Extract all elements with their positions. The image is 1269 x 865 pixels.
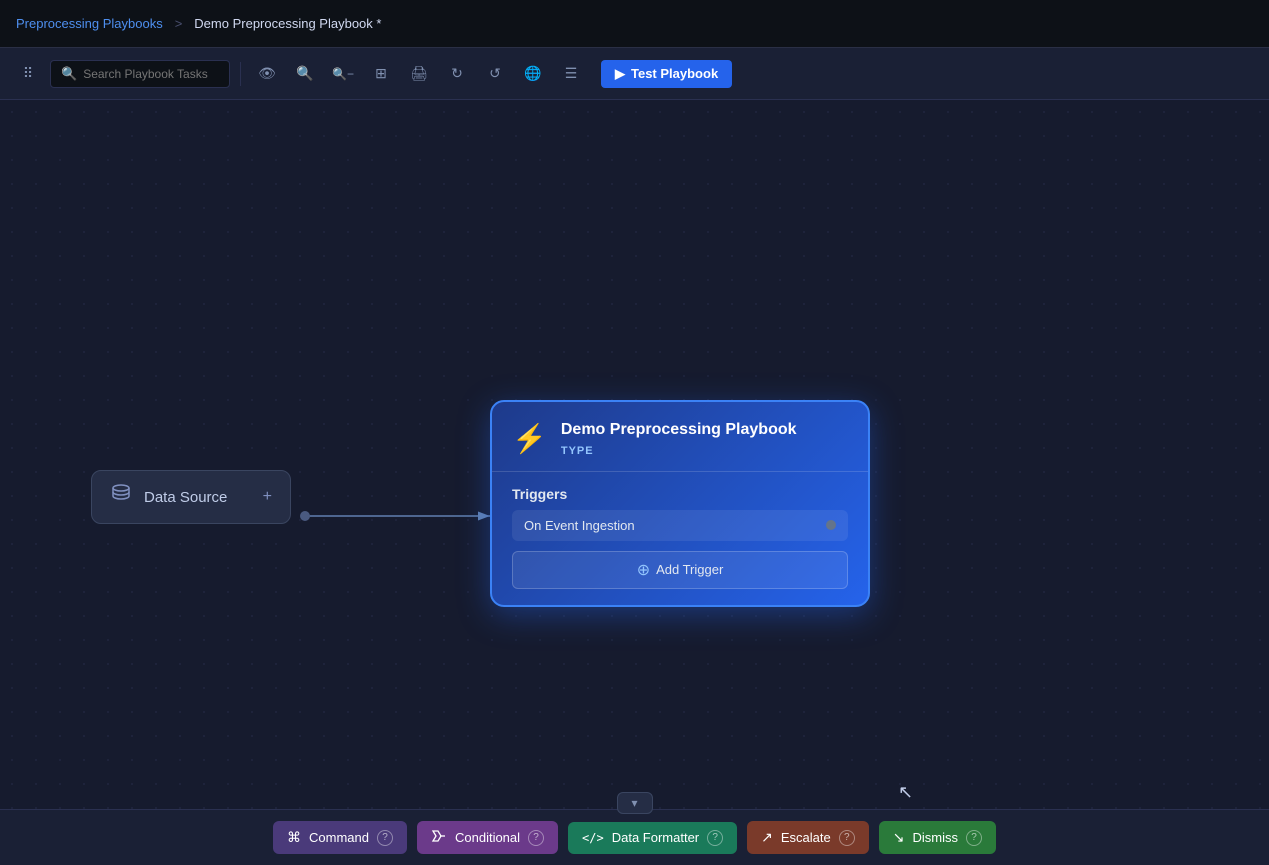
trigger-name: On Event Ingestion: [524, 518, 635, 533]
datasource-label: Data Source: [144, 489, 251, 506]
triggers-label: Triggers: [512, 486, 848, 502]
trigger-dot: [826, 520, 836, 530]
escalate-label: Escalate: [781, 830, 831, 845]
print-button[interactable]: 🖨: [403, 58, 435, 90]
fit-button[interactable]: ⊞: [365, 58, 397, 90]
escalate-icon: ↗: [761, 829, 773, 846]
formatter-label: Data Formatter: [612, 830, 699, 845]
refresh-icon: ↻: [451, 65, 463, 82]
datasource-add-button[interactable]: +: [263, 488, 272, 506]
playbook-title-block: Demo Preprocessing Playbook TYPE: [561, 420, 797, 457]
escalate-help-icon[interactable]: ?: [839, 830, 855, 846]
dismiss-label: Dismiss: [912, 830, 958, 845]
menu-lines-button[interactable]: ☰: [555, 58, 587, 90]
bottom-panel: ▾ ⌘ Command ? Conditional ? </> Data For…: [0, 809, 1269, 865]
playbook-node-header: ⚡ Demo Preprocessing Playbook TYPE: [492, 402, 868, 472]
playbook-node: ⚡ Demo Preprocessing Playbook TYPE Trigg…: [490, 400, 870, 607]
eye-icon: 👁: [258, 65, 276, 82]
undo-button[interactable]: ↺: [479, 58, 511, 90]
lightning-icon: ⚡: [512, 422, 547, 455]
nav-separator: >: [175, 16, 183, 31]
globe-button[interactable]: 🌐: [517, 58, 549, 90]
connector-start-dot: [300, 511, 310, 521]
add-trigger-plus-icon: ⊕: [637, 560, 650, 580]
conditional-icon: [431, 829, 447, 846]
toolbar: ⠿ 🔍 👁 🔍 🔍− ⊞ 🖨 ↻ ↺ 🌐 ☰ ▶ Test Playbook: [0, 48, 1269, 100]
grid-menu-button[interactable]: ⠿: [12, 58, 44, 90]
playbook-title: Demo Preprocessing Playbook: [561, 420, 797, 441]
cursor-indicator: ↖: [898, 782, 913, 803]
zoom-out-icon: 🔍−: [332, 67, 354, 81]
zoom-in-button[interactable]: 🔍: [289, 58, 321, 90]
canvas-area: Data Source + ⚡ Demo Preprocessing Playb…: [0, 100, 1269, 809]
dismiss-help-icon[interactable]: ?: [966, 830, 982, 846]
menu-lines-icon: ☰: [565, 65, 578, 82]
top-navigation: Preprocessing Playbooks > Demo Preproces…: [0, 0, 1269, 48]
conditional-label: Conditional: [455, 830, 520, 845]
eye-button[interactable]: 👁: [251, 58, 283, 90]
data-formatter-chip[interactable]: </> Data Formatter ?: [568, 822, 737, 854]
datasource-icon: [110, 483, 132, 511]
command-label: Command: [309, 830, 369, 845]
command-chip[interactable]: ⌘ Command ?: [273, 821, 407, 854]
print-icon: 🖨: [410, 65, 428, 82]
conditional-help-icon[interactable]: ?: [528, 830, 544, 846]
search-container: 🔍: [50, 60, 230, 88]
globe-icon: 🌐: [524, 65, 541, 82]
formatter-icon: </>: [582, 831, 604, 845]
command-help-icon[interactable]: ?: [377, 830, 393, 846]
bottom-panel-toggle[interactable]: ▾: [617, 792, 653, 814]
toolbar-divider-1: [240, 62, 241, 86]
search-input[interactable]: [83, 67, 223, 81]
playbook-type-label: TYPE: [561, 445, 797, 457]
refresh-button[interactable]: ↻: [441, 58, 473, 90]
add-trigger-button[interactable]: ⊕ Add Trigger: [512, 551, 848, 589]
conditional-chip[interactable]: Conditional ?: [417, 821, 558, 854]
undo-icon: ↺: [489, 65, 501, 82]
zoom-out-button[interactable]: 🔍−: [327, 58, 359, 90]
escalate-chip[interactable]: ↗ Escalate ?: [747, 821, 869, 854]
zoom-in-icon: 🔍: [296, 65, 313, 82]
trigger-row[interactable]: On Event Ingestion: [512, 510, 848, 541]
current-page-title: Demo Preprocessing Playbook *: [194, 16, 381, 31]
search-icon: 🔍: [61, 66, 77, 82]
add-trigger-label: Add Trigger: [656, 562, 723, 577]
parent-nav-link[interactable]: Preprocessing Playbooks: [16, 16, 163, 31]
formatter-help-icon[interactable]: ?: [707, 830, 723, 846]
test-playbook-label: Test Playbook: [631, 66, 718, 81]
test-playbook-button[interactable]: ▶ Test Playbook: [601, 60, 732, 88]
command-icon: ⌘: [287, 829, 301, 846]
chevron-down-icon: ▾: [631, 796, 637, 810]
dismiss-icon: ↘: [893, 829, 905, 846]
dismiss-chip[interactable]: ↘ Dismiss ?: [879, 821, 996, 854]
playbook-node-body: Triggers On Event Ingestion ⊕ Add Trigge…: [492, 472, 868, 605]
datasource-node[interactable]: Data Source +: [91, 470, 291, 524]
play-icon: ▶: [615, 66, 625, 82]
fit-icon: ⊞: [375, 65, 387, 82]
